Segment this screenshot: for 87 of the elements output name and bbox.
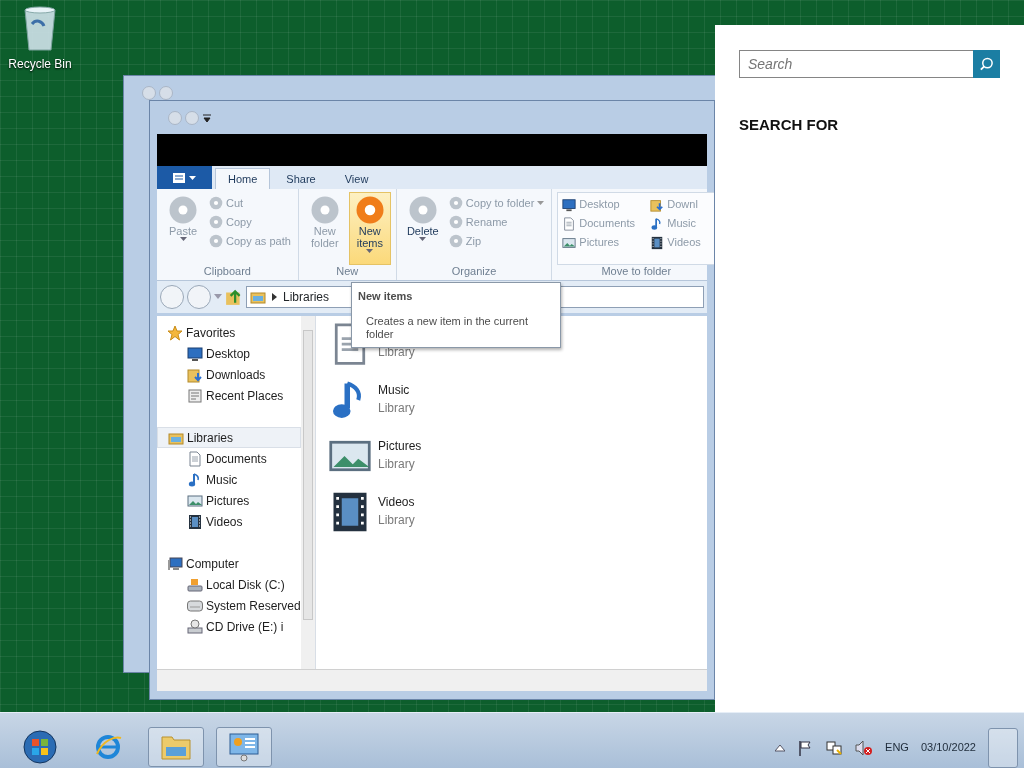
computer-icon [167,555,183,572]
library-type: Library [378,456,416,473]
speaker-muted-icon[interactable] [855,739,874,756]
nav-item[interactable]: Pictures [157,490,301,511]
system-drive-icon [187,576,203,593]
chevron-icon [272,293,277,301]
document-icon [187,450,203,467]
nav-item[interactable]: Videos [157,511,301,532]
folder-download-icon [650,197,665,212]
start-orb-icon [23,730,57,764]
menu-icon [172,171,197,184]
recent-places-icon [187,387,203,404]
file-menu-button[interactable] [157,166,212,189]
placeholder-disc-icon [168,195,198,225]
nav-item[interactable]: CD Drive (E:) i [157,616,301,637]
scrollbar[interactable] [300,316,315,669]
tooltip-text: Creates a new item in the current folder [365,314,530,341]
drive-icon [187,597,203,614]
breadcrumb[interactable]: Libraries [283,288,330,306]
placeholder-disc-icon [448,234,463,248]
library-name[interactable]: Videos [378,493,415,511]
chevron-up-icon[interactable] [775,743,786,752]
ribbon-tab[interactable]: View [331,168,382,189]
group-label: Move to folder [600,265,673,278]
picture-icon [562,235,577,250]
picture-icon [187,492,203,509]
search-icon [979,56,994,72]
placeholder-disc-icon [448,215,463,229]
placeholder-disc-icon [407,195,438,225]
section-heading: SEARCH FOR [739,115,840,135]
up-folder-icon[interactable] [225,288,243,306]
ribbon-button[interactable]: New items [348,192,391,265]
nav-item[interactable]: Computer [157,553,301,574]
folder-icon [160,733,192,761]
ribbon-tab[interactable]: Home [215,168,271,189]
browser-icon [93,732,123,762]
back-button[interactable] [160,285,184,309]
desktop-icon-label[interactable]: Recycle Bin [8,55,72,73]
new-item-icon [354,195,385,225]
search-button[interactable] [973,50,1000,78]
monitor-icon [562,197,577,212]
placeholder-disc-icon [209,215,223,229]
library-type: Library [378,512,415,529]
placeholder-disc-icon [209,234,223,248]
network-icon[interactable] [825,739,844,756]
cd-drive-icon [187,618,203,635]
nav-item[interactable]: Downloads [157,364,301,385]
nav-item[interactable]: Recent Places [157,385,301,406]
nav-item[interactable]: Libraries [157,427,301,448]
group-label: New [335,265,360,278]
group-label: Clipboard [202,265,252,278]
library-name[interactable]: Pictures [378,437,422,455]
library-icon [250,289,266,305]
library-type: Library [378,400,415,417]
nav-item[interactable]: Desktop [157,343,301,364]
taskbar-button[interactable] [216,727,272,767]
document-icon [562,216,577,231]
placeholder-disc-icon [209,196,223,210]
ribbon-button[interactable]: Delete [401,192,444,265]
placeholder-disc-icon [309,195,340,225]
clock-date[interactable]: 03/10/2022 [920,739,976,756]
star-icon [167,324,183,341]
film-icon [187,513,203,530]
monitor-icon [187,345,203,362]
tooltip-title: New items [358,289,414,304]
ribbon-tab[interactable]: Share [273,168,329,189]
placeholder-disc-icon [448,196,463,210]
dropdown-arrow-icon[interactable] [202,112,212,123]
film-icon [650,235,665,250]
nav-item[interactable]: Music [157,469,301,490]
library-type: Library [378,344,415,361]
recycle-bin-icon[interactable] [22,6,58,52]
caret-icon[interactable] [214,294,222,300]
search-field[interactable]: Search [739,50,973,78]
group-label: Organize [450,265,498,278]
control-panel-icon [228,732,260,762]
forward-button[interactable] [187,285,211,309]
flag-icon[interactable] [797,739,814,756]
library-name[interactable]: Music [378,381,415,399]
nav-item[interactable]: Documents [157,448,301,469]
show-desktop-button[interactable] [988,727,1018,768]
language-indicator[interactable]: ENG [885,739,909,756]
nav-item[interactable]: Local Disk (C:) [157,574,301,595]
folder-download-icon [187,366,203,383]
nav-item[interactable]: System Reserved [157,595,301,616]
nav-item[interactable]: Favorites [157,322,301,343]
taskbar-button[interactable] [148,727,204,767]
